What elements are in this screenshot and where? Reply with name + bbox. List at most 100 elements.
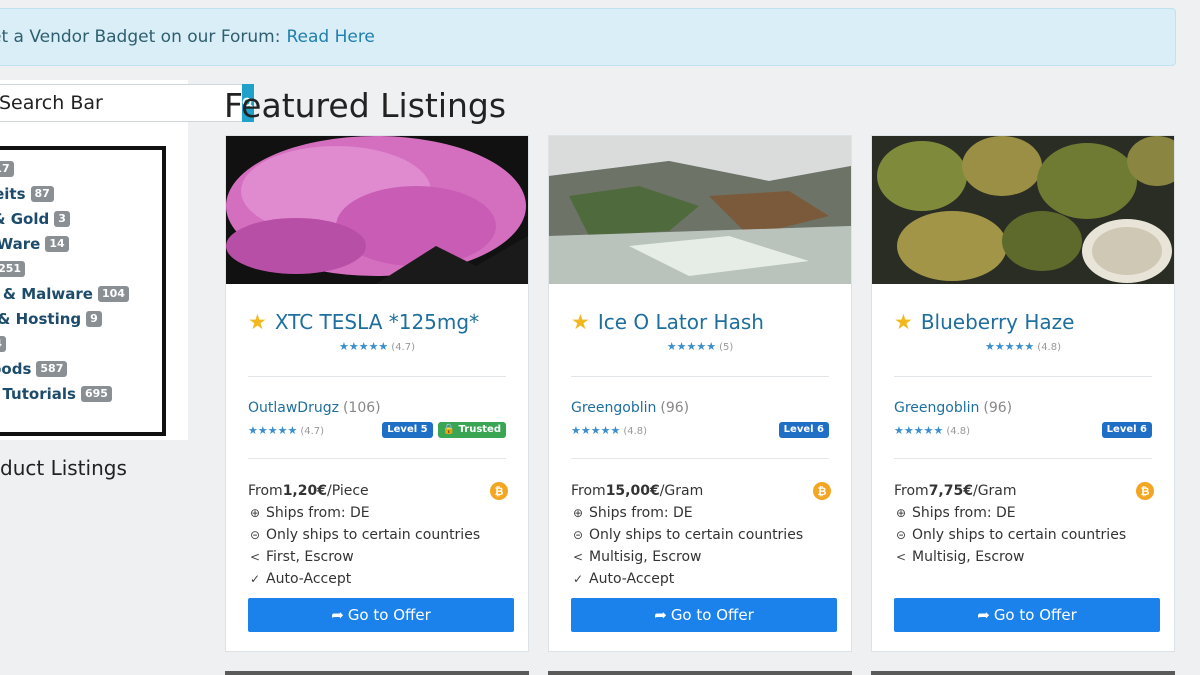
- listing-title[interactable]: ★ XTC TESLA *125mg*: [248, 310, 479, 334]
- escrow-text: Multisig, Escrow: [589, 549, 702, 565]
- category-count: 695: [80, 385, 112, 402]
- go-to-offer-button[interactable]: ➦ Go to Offer: [248, 598, 514, 632]
- auto-accept-text: Auto-Accept: [589, 571, 675, 587]
- listing-image[interactable]: [549, 136, 851, 284]
- listing-title[interactable]: ★ Blueberry Haze: [894, 310, 1074, 334]
- vendor-badges: Level 5 🔒 Trusted: [382, 422, 506, 438]
- read-here-link[interactable]: Read Here: [286, 27, 374, 47]
- arrow-circle-icon: ⊝: [249, 528, 261, 542]
- vendor-stars: ★★★★★: [248, 424, 298, 437]
- price-prefix: From: [894, 483, 929, 499]
- category-item[interactable]: ry & Gold3: [0, 206, 162, 231]
- star-icon: ★: [571, 310, 590, 334]
- category-item[interactable]: erfeits87: [0, 181, 162, 206]
- vendor-stars: ★★★★★: [894, 424, 944, 437]
- category-item[interactable]: s & Tutorials695: [0, 381, 162, 406]
- vendor-link[interactable]: Greengoblin: [571, 400, 656, 416]
- price-value: 1,20€: [282, 483, 327, 499]
- level-badge: Level 5: [382, 422, 433, 438]
- price-value: 15,00€: [605, 483, 660, 499]
- vendor-info: Greengoblin (96): [571, 400, 689, 416]
- ships-to-line: ⊝ Only ships to certain countries: [248, 524, 480, 546]
- vendor-rating: ★★★★★ (4.7): [248, 424, 324, 437]
- listing-rating: ★★★★★ (4.7): [226, 340, 528, 353]
- globe-icon: ⊕: [572, 506, 584, 520]
- category-item[interactable]: es251: [0, 256, 162, 281]
- share-icon: <: [895, 550, 907, 564]
- ships-to-line: ⊝ Only ships to certain countries: [571, 524, 803, 546]
- share-arrow-icon: ➦: [977, 606, 990, 624]
- rating-value: (5): [719, 342, 734, 353]
- bitcoin-icon: ₿: [813, 482, 831, 500]
- listing-title-text: Ice O Lator Hash: [597, 310, 764, 334]
- vendor-info: Greengoblin (96): [894, 400, 1012, 416]
- escrow-text: Multisig, Escrow: [912, 549, 1025, 565]
- alert-text: et a Vendor Badget on our Forum:: [0, 27, 281, 47]
- divider: [248, 458, 506, 459]
- vendor-count: (96): [983, 400, 1013, 416]
- vendor-rating: ★★★★★ (4.8): [894, 424, 970, 437]
- category-count: 1017: [0, 160, 14, 177]
- rating-stars: ★★★★★: [666, 340, 717, 353]
- category-count: 14: [45, 235, 69, 252]
- listing-card: ★ XTC TESLA *125mg* ★★★★★ (4.7) OutlawDrug…: [225, 135, 529, 652]
- listing-details: From 7,75€/Gram ⊕ Ships from: DE ⊝ Only sh…: [894, 480, 1126, 568]
- category-label: ng Ware: [0, 234, 41, 253]
- category-item[interactable]: ity & Hosting9: [0, 306, 162, 331]
- search-input[interactable]: [0, 84, 242, 122]
- search-bar: [0, 84, 254, 122]
- listing-image[interactable]: [226, 136, 528, 284]
- listing-card: ★ Ice O Lator Hash ★★★★★ (5) Greengoblin (9…: [548, 135, 852, 652]
- listing-image[interactable]: [872, 136, 1174, 284]
- price-line: From 7,75€/Gram: [894, 480, 1126, 502]
- vendor-badges: Level 6: [1101, 422, 1152, 438]
- category-item[interactable]: ng Ware14: [0, 231, 162, 256]
- share-icon: <: [249, 550, 261, 564]
- next-row-card-edge: [225, 671, 529, 675]
- escrow-text: First, Escrow: [266, 549, 354, 565]
- star-icon: ★: [248, 310, 267, 334]
- divider: [894, 458, 1152, 459]
- vendor-stars: ★★★★★: [571, 424, 621, 437]
- category-label: s & Tutorials: [0, 384, 76, 403]
- category-count: 394: [0, 335, 6, 352]
- category-item[interactable]: 394: [0, 331, 162, 356]
- category-item[interactable]: are & Malware104: [0, 281, 162, 306]
- level-badge: Level 6: [778, 422, 829, 438]
- divider: [571, 376, 829, 377]
- check-circle-icon: ✓: [572, 572, 584, 586]
- category-count: 251: [0, 260, 26, 277]
- category-item[interactable]: l goods587: [0, 356, 162, 381]
- next-row-card-edge: [548, 671, 852, 675]
- ships-from-line: ⊕ Ships from: DE: [894, 502, 1126, 524]
- vendor-link[interactable]: Greengoblin: [894, 400, 979, 416]
- category-count: 587: [36, 360, 68, 377]
- listing-title-text: XTC TESLA *125mg*: [274, 310, 480, 334]
- category-label: ity & Hosting: [0, 309, 82, 328]
- category-count: 104: [97, 285, 129, 302]
- category-list: 1017 erfeits87 ry & Gold3 ng Ware14 es25…: [0, 146, 166, 436]
- share-icon: <: [572, 550, 584, 564]
- listing-title[interactable]: ★ Ice O Lator Hash: [571, 310, 764, 334]
- category-item[interactable]: 1017: [0, 156, 162, 181]
- listing-card: ★ Blueberry Haze ★★★★★ (4.8) Greengoblin (9…: [871, 135, 1175, 652]
- price-value: 7,75€: [928, 483, 973, 499]
- vendor-count: (106): [342, 400, 381, 416]
- bitcoin-icon: ₿: [490, 482, 508, 500]
- ships-from-text: Ships from: DE: [912, 505, 1016, 521]
- vendor-rating-value: (4.8): [623, 426, 648, 437]
- ships-from-line: ⊕ Ships from: DE: [248, 502, 480, 524]
- listing-details: From 1,20€/Piece ⊕ Ships from: DE ⊝ Only s…: [248, 480, 480, 590]
- category-label: erfeits: [0, 184, 26, 203]
- category-count: 87: [30, 185, 54, 202]
- price-unit: /Gram: [659, 483, 704, 499]
- go-to-offer-button[interactable]: ➦ Go to Offer: [571, 598, 837, 632]
- divider: [571, 458, 829, 459]
- arrow-circle-icon: ⊝: [572, 528, 584, 542]
- price-unit: /Gram: [972, 483, 1017, 499]
- vendor-link[interactable]: OutlawDrugz: [248, 400, 339, 416]
- auto-accept-line: ✓ Auto-Accept: [248, 568, 480, 590]
- go-to-offer-button[interactable]: ➦ Go to Offer: [894, 598, 1160, 632]
- arrow-circle-icon: ⊝: [895, 528, 907, 542]
- featured-listings-title: Featured Listings: [224, 86, 507, 125]
